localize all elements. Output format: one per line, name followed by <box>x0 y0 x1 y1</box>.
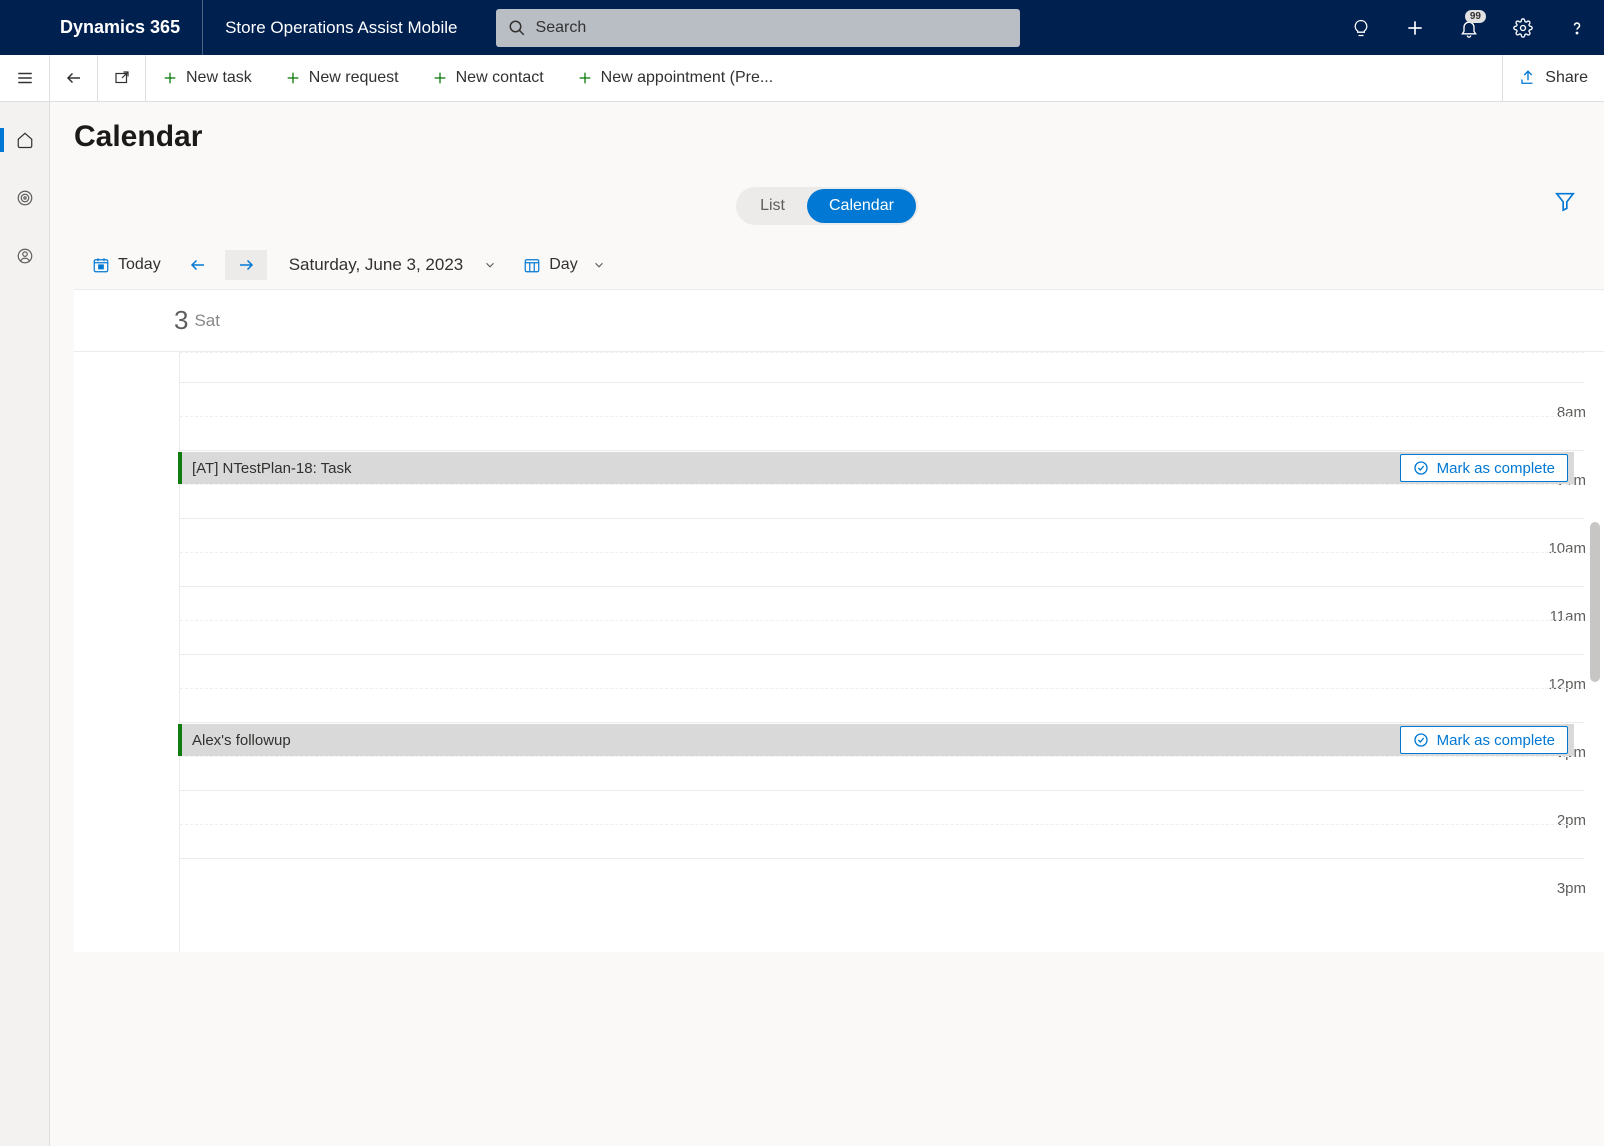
brand-label[interactable]: Dynamics 365 <box>60 0 203 55</box>
arrow-left-icon <box>189 256 207 274</box>
chevron-down-icon <box>592 258 606 272</box>
lightbulb-icon[interactable] <box>1334 0 1388 55</box>
time-column <box>74 352 180 952</box>
new-task-label: New task <box>186 69 252 87</box>
notification-badge: 99 <box>1465 10 1486 23</box>
open-in-new-window-icon[interactable] <box>98 55 146 102</box>
help-icon[interactable] <box>1550 0 1604 55</box>
calendar-view-icon <box>523 256 541 274</box>
mark-complete-label: Mark as complete <box>1437 732 1555 749</box>
share-icon <box>1519 69 1537 87</box>
left-nav <box>0 102 50 1146</box>
new-appointment-button[interactable]: New appointment (Pre... <box>561 55 791 102</box>
chevron-down-icon <box>483 258 497 272</box>
app-header: Dynamics 365 Store Operations Assist Mob… <box>0 0 1604 55</box>
view-calendar-tab[interactable]: Calendar <box>807 189 916 223</box>
search-input[interactable] <box>536 19 1008 37</box>
day-number: 3 <box>174 305 188 336</box>
time-label: 10am <box>1486 540 1586 557</box>
prev-day-button[interactable] <box>177 250 219 280</box>
nav-home-icon[interactable] <box>0 120 50 160</box>
calendar-toolbar: Today Saturday, June 3, 2023 Day <box>74 240 1604 290</box>
view-mode-label: Day <box>549 256 577 274</box>
event-title: [AT] NTestPlan-18: Task <box>192 460 352 477</box>
hamburger-icon[interactable] <box>0 55 50 102</box>
calendar-event[interactable]: [AT] NTestPlan-18: Task Mark as complete <box>182 452 1574 484</box>
new-request-label: New request <box>309 69 399 87</box>
view-switch: List Calendar <box>736 187 918 225</box>
date-picker[interactable]: Saturday, June 3, 2023 <box>273 249 508 281</box>
event-title: Alex's followup <box>192 732 291 749</box>
new-request-button[interactable]: New request <box>269 55 416 102</box>
new-task-button[interactable]: New task <box>146 55 269 102</box>
command-bar: New task New request New contact New app… <box>0 55 1604 102</box>
time-label: 12pm <box>1486 676 1586 693</box>
global-search[interactable] <box>496 9 1020 47</box>
mark-complete-label: Mark as complete <box>1437 460 1555 477</box>
filter-icon[interactable] <box>1554 190 1576 217</box>
day-header: 3 Sat <box>74 290 1604 352</box>
arrow-right-icon <box>237 256 255 274</box>
date-label: Saturday, June 3, 2023 <box>289 255 464 275</box>
scrollbar-thumb[interactable] <box>1590 522 1600 682</box>
calendar-today-icon <box>92 256 110 274</box>
mark-complete-button[interactable]: Mark as complete <box>1400 454 1568 482</box>
notifications-icon[interactable]: 99 <box>1442 0 1496 55</box>
back-button[interactable] <box>50 55 98 102</box>
nav-target-icon[interactable] <box>0 178 50 218</box>
view-mode-picker[interactable]: Day <box>513 250 615 280</box>
day-of-week: Sat <box>194 311 220 331</box>
view-list-tab[interactable]: List <box>738 189 807 223</box>
share-button[interactable]: Share <box>1502 55 1604 102</box>
add-icon[interactable] <box>1388 0 1442 55</box>
new-contact-label: New contact <box>456 69 544 87</box>
mark-complete-button[interactable]: Mark as complete <box>1400 726 1568 754</box>
settings-icon[interactable] <box>1496 0 1550 55</box>
today-label: Today <box>118 256 161 274</box>
next-day-button[interactable] <box>225 250 267 280</box>
page-title: Calendar <box>50 102 1604 172</box>
new-appointment-label: New appointment (Pre... <box>601 69 774 87</box>
calendar-grid[interactable]: 8am 9am 10am 11am 12pm 1pm 2pm 3pm [A <box>74 352 1604 952</box>
search-icon <box>508 19 526 37</box>
check-circle-icon <box>1413 732 1429 748</box>
share-label: Share <box>1545 69 1588 87</box>
time-label: 2pm <box>1486 812 1586 829</box>
new-contact-button[interactable]: New contact <box>416 55 561 102</box>
check-circle-icon <box>1413 460 1429 476</box>
time-label: 3pm <box>1486 880 1586 897</box>
nav-person-icon[interactable] <box>0 236 50 276</box>
time-label: 11am <box>1486 608 1586 625</box>
app-name-label[interactable]: Store Operations Assist Mobile <box>203 18 457 38</box>
time-label: 8am <box>1486 404 1586 421</box>
calendar-event[interactable]: Alex's followup Mark as complete <box>182 724 1574 756</box>
today-button[interactable]: Today <box>82 250 171 280</box>
